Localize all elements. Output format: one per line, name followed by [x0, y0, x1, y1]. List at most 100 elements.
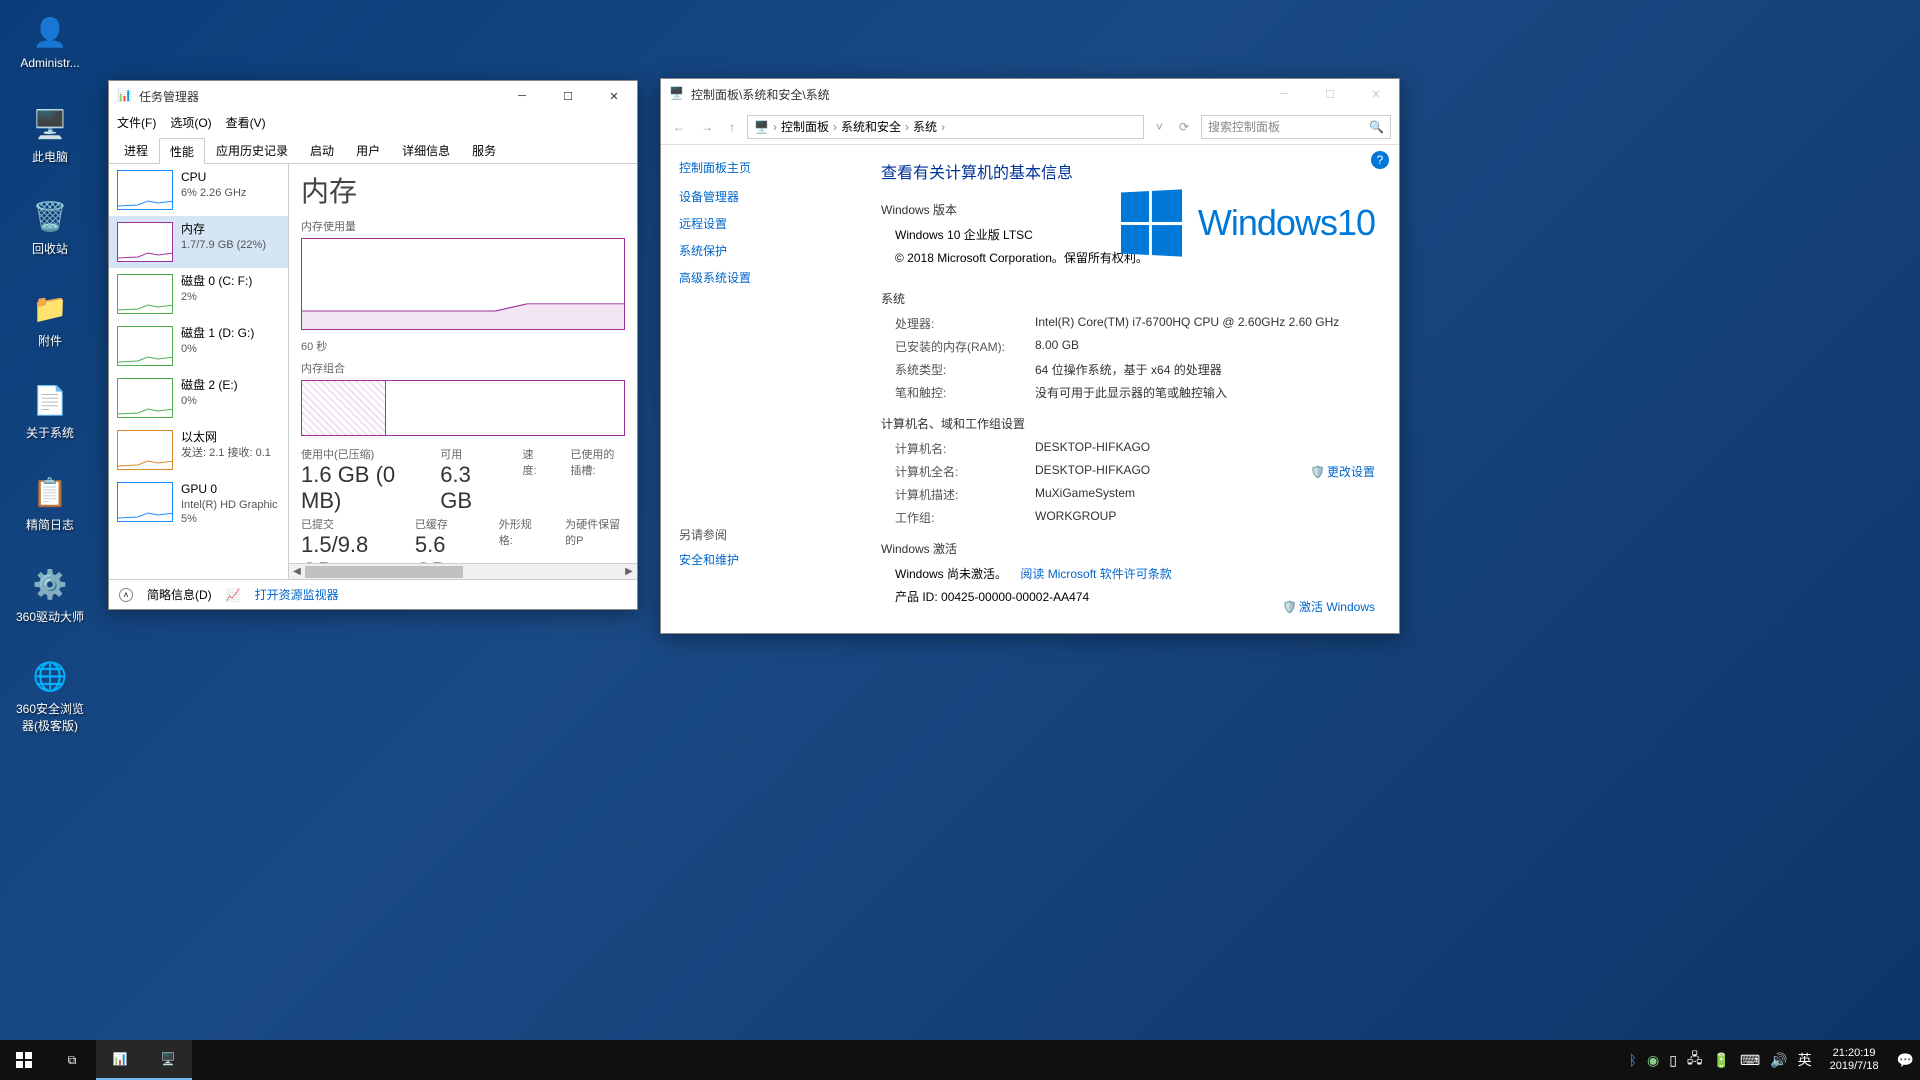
desktop-icon-1[interactable]: 🖥️ 此电脑	[12, 104, 88, 165]
tab-进程[interactable]: 进程	[113, 137, 159, 163]
row-key: 系统类型:	[895, 361, 1035, 378]
minimize-button[interactable]: ─	[1261, 79, 1307, 109]
app-icon: 📁	[30, 288, 70, 328]
sidebar-link[interactable]: 设备管理器	[679, 188, 843, 205]
sidebar-item-以太网[interactable]: 以太网发送: 2.1 接收: 0.1	[109, 424, 288, 476]
mini-graph	[117, 378, 173, 418]
tab-服务[interactable]: 服务	[461, 137, 507, 163]
tm-tabs: 进程性能应用历史记录启动用户详细信息服务	[109, 135, 637, 164]
stat-label: 已缓存	[415, 516, 471, 532]
desktop-icon-4[interactable]: 📄关于系统	[12, 380, 88, 441]
chevron-up-icon[interactable]: ˄	[119, 588, 133, 602]
sidebar-link[interactable]: 安全和维护	[679, 551, 843, 568]
forward-button[interactable]: →	[697, 120, 717, 134]
row-key: 笔和触控:	[895, 384, 1035, 401]
breadcrumb-item[interactable]: 系统和安全	[841, 118, 901, 135]
maximize-button[interactable]: ☐	[1307, 79, 1353, 109]
desktop-icon-3[interactable]: 📁附件	[12, 288, 88, 349]
breadcrumb-item[interactable]: 系统	[913, 118, 937, 135]
icon-label: 精简日志	[12, 516, 88, 533]
sidebar-item-磁盘 1 (D: G:)[interactable]: 磁盘 1 (D: G:)0%	[109, 320, 288, 372]
start-button[interactable]	[0, 1040, 48, 1080]
tray-expand-icon[interactable]: ▯	[1669, 1052, 1677, 1069]
tab-详细信息[interactable]: 详细信息	[391, 137, 461, 163]
stat: 使用中(已压缩)1.6 GB (0 MB)	[301, 446, 412, 514]
breadcrumb-item[interactable]: 控制面板	[781, 118, 829, 135]
keyboard-icon[interactable]: ⌨	[1740, 1052, 1760, 1069]
scroll-left-icon[interactable]: ◀	[289, 566, 305, 577]
battery-icon[interactable]: 🔋	[1713, 1052, 1730, 1069]
row-value: DESKTOP-HIFKAGO	[1035, 440, 1150, 457]
taskbar-app-taskmgr[interactable]: 📊	[96, 1040, 144, 1080]
tm-usage-label: 内存使用量	[301, 218, 625, 234]
desktop-icon-0[interactable]: 👤Administr...	[12, 12, 88, 70]
task-view-button[interactable]: ⧉	[48, 1040, 96, 1080]
tm-brief-link[interactable]: 简略信息(D)	[147, 586, 212, 603]
maximize-button[interactable]: ☐	[545, 81, 591, 111]
search-input[interactable]: 搜索控制面板 🔍	[1201, 115, 1391, 139]
desktop-icon-2[interactable]: 🗑️回收站	[12, 196, 88, 257]
metric-value: 1.7/7.9 GB (22%)	[181, 238, 266, 252]
resource-monitor-link[interactable]: 打开资源监视器	[255, 586, 339, 603]
memory-usage-graph[interactable]	[301, 238, 625, 330]
up-button[interactable]: ↑	[725, 120, 739, 134]
close-button[interactable]: ✕	[1353, 79, 1399, 109]
change-settings-link[interactable]: 🛡️更改设置	[1310, 463, 1375, 480]
sidebar-link[interactable]: 高级系统设置	[679, 269, 843, 286]
icon-label: 此电脑	[12, 148, 88, 165]
tm-sidebar[interactable]: CPU6% 2.26 GHz内存1.7/7.9 GB (22%)磁盘 0 (C:…	[109, 164, 289, 579]
taskbar-app-controlpanel[interactable]: 🖥️	[144, 1040, 192, 1080]
menu-item[interactable]: 查看(V)	[226, 114, 266, 131]
tab-启动[interactable]: 启动	[299, 137, 345, 163]
clock[interactable]: 21:20:19 2019/7/18	[1822, 1047, 1887, 1073]
breadcrumb[interactable]: 🖥️› 控制面板›系统和安全›系统›	[747, 115, 1144, 139]
tm-icon: 📊	[117, 88, 133, 104]
desktop-icon-5[interactable]: 📋 精简日志	[12, 472, 88, 533]
sidebar-item-GPU 0[interactable]: GPU 0Intel(R) HD Graphic5%	[109, 476, 288, 532]
tab-性能[interactable]: 性能	[159, 138, 205, 164]
close-button[interactable]: ✕	[591, 81, 637, 111]
desktop-icon-7[interactable]: 🌐360安全浏览器(极客版)	[12, 656, 88, 734]
clock-time: 21:20:19	[1830, 1047, 1879, 1060]
sidebar-link[interactable]: 系统保护	[679, 242, 843, 259]
copyright-value: © 2018 Microsoft Corporation。保留所有权利。	[895, 249, 1155, 266]
row-value: 8.00 GB	[1035, 338, 1079, 355]
app-icon: 📋	[30, 472, 70, 512]
dropdown-icon[interactable]: ˅	[1152, 120, 1167, 134]
chevron-right-icon: ›	[833, 120, 837, 134]
tm-titlebar[interactable]: 📊 任务管理器 ─ ☐ ✕	[109, 81, 637, 111]
menu-item[interactable]: 选项(O)	[170, 114, 211, 131]
mini-graph	[117, 222, 173, 262]
security-icon[interactable]: ◉	[1647, 1052, 1659, 1069]
tm-footer: ˄ 简略信息(D) 📈 打开资源监视器	[109, 579, 637, 609]
tab-应用历史记录[interactable]: 应用历史记录	[205, 137, 299, 163]
back-button[interactable]: ←	[669, 120, 689, 134]
volume-icon[interactable]: 🔊	[1770, 1052, 1787, 1069]
info-row: 计算机描述:MuXiGameSystem	[895, 486, 1379, 503]
app-icon: 🖥️	[30, 104, 70, 144]
info-row: 工作组:WORKGROUP	[895, 509, 1379, 526]
desktop-icon-6[interactable]: ⚙️360驱动大师	[12, 564, 88, 625]
horizontal-scrollbar[interactable]: ◀ ▶	[289, 563, 637, 579]
bluetooth-icon[interactable]: ᛒ	[1629, 1052, 1637, 1068]
sidebar-item-磁盘 0 (C: F:)[interactable]: 磁盘 0 (C: F:)2%	[109, 268, 288, 320]
cp-home-link[interactable]: 控制面板主页	[679, 159, 843, 176]
ime-indicator[interactable]: 英	[1798, 1050, 1812, 1070]
scroll-right-icon[interactable]: ▶	[621, 566, 637, 577]
menu-item[interactable]: 文件(F)	[117, 114, 156, 131]
activate-windows-link[interactable]: 🛡️激活 Windows	[1282, 598, 1375, 615]
network-icon[interactable]: 🖧	[1687, 1048, 1703, 1072]
sidebar-item-磁盘 2 (E:)[interactable]: 磁盘 2 (E:)0%	[109, 372, 288, 424]
tab-用户[interactable]: 用户	[345, 137, 391, 163]
sidebar-link[interactable]: 远程设置	[679, 215, 843, 232]
memory-composition-graph[interactable]	[301, 380, 625, 436]
info-row: 处理器:Intel(R) Core(TM) i7-6700HQ CPU @ 2.…	[895, 315, 1379, 332]
refresh-button[interactable]: ⟳	[1175, 120, 1193, 134]
sidebar-item-CPU[interactable]: CPU6% 2.26 GHz	[109, 164, 288, 216]
sidebar-item-内存[interactable]: 内存1.7/7.9 GB (22%)	[109, 216, 288, 268]
license-terms-link[interactable]: 阅读 Microsoft 软件许可条款	[1020, 567, 1171, 581]
minimize-button[interactable]: ─	[499, 81, 545, 111]
cp-sidebar: 控制面板主页 设备管理器远程设置系统保护高级系统设置 另请参阅 安全和维护	[661, 145, 861, 633]
cp-titlebar[interactable]: 🖥️ 控制面板\系统和安全\系统 ─ ☐ ✕	[661, 79, 1399, 109]
notifications-icon[interactable]: 💬	[1897, 1052, 1914, 1069]
